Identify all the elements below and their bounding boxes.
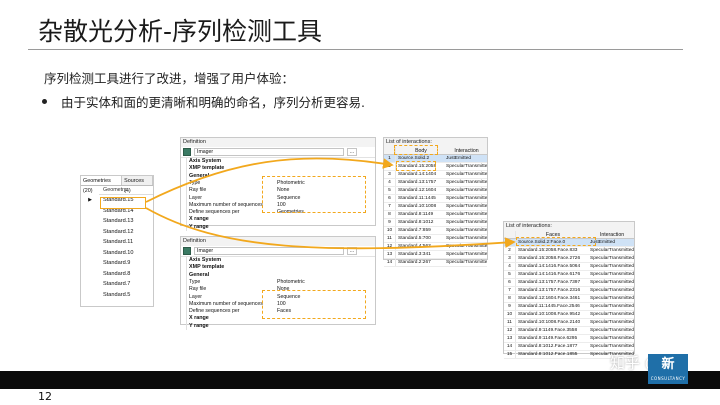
connector-arrows: [145, 157, 516, 250]
arrow-to-faces: [145, 207, 516, 250]
arrow-to-bodies: [145, 157, 394, 203]
brand-logo-subtitle: CONSULTANCY: [650, 376, 686, 381]
footer-bar: [0, 371, 720, 389]
page-number: 12: [38, 390, 52, 403]
